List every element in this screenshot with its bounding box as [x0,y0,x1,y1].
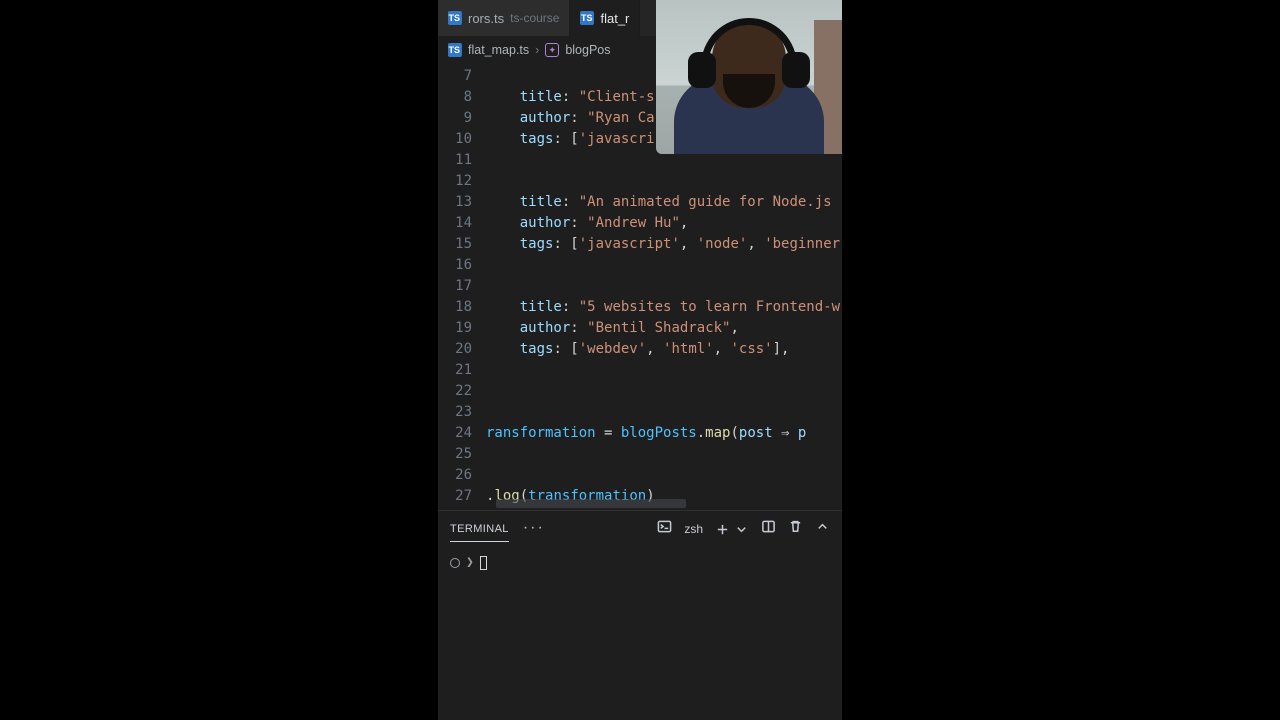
line-number: 7 [438,66,486,87]
line-number: 9 [438,108,486,129]
panel-tab-terminal[interactable]: TERMINAL [450,517,509,542]
line-number: 15 [438,234,486,255]
typescript-icon: TS [580,11,594,25]
line-number: 17 [438,276,486,297]
line-number: 19 [438,318,486,339]
line-number: 11 [438,150,486,171]
panel-overflow-menu[interactable]: ··· [523,519,545,539]
line-number: 16 [438,255,486,276]
code-line[interactable]: 23 [438,402,842,423]
terminal-cursor [480,556,487,570]
line-number: 26 [438,465,486,486]
line-number: 14 [438,213,486,234]
code-line[interactable]: 12 [438,171,842,192]
code-line[interactable]: 13 title: "An animated guide for Node.js [438,192,842,213]
line-number: 22 [438,381,486,402]
panel-toolbar: zsh [657,519,830,539]
code-line[interactable]: 14 author: "Andrew Hu", [438,213,842,234]
line-number: 13 [438,192,486,213]
prompt-symbol: ❯ [466,555,474,570]
bottom-panel: TERMINAL ··· zsh [438,510,842,720]
split-terminal-icon[interactable] [761,519,776,539]
breadcrumb-symbol: blogPos [565,43,610,57]
line-number: 8 [438,87,486,108]
terminal-body[interactable]: ❯ [438,547,842,720]
panel-tab-bar: TERMINAL ··· zsh [438,511,842,547]
prompt-status-icon [450,558,460,568]
code-line[interactable]: 25 [438,444,842,465]
shell-name[interactable]: zsh [684,522,703,536]
trash-icon[interactable] [788,519,803,539]
line-number: 20 [438,339,486,360]
code-line[interactable]: 15 tags: ['javascript', 'node', 'beginne… [438,234,842,255]
line-number: 21 [438,360,486,381]
vscode-window: TS rors.ts ts-course TS flat_r TS flat_m… [438,0,842,720]
webcam-overlay [656,0,842,154]
chevron-up-icon[interactable] [815,519,830,539]
code-line[interactable]: 17 [438,276,842,297]
tab-active[interactable]: TS flat_r [570,0,640,36]
line-number: 12 [438,171,486,192]
typescript-icon: TS [448,43,462,57]
chevron-right-icon: › [535,43,539,57]
line-number: 24 [438,423,486,444]
tab-inactive[interactable]: TS rors.ts ts-course [438,0,570,36]
code-line[interactable]: 21 [438,360,842,381]
code-line[interactable]: 24ransformation = blogPosts.map(post ⇒ p [438,423,842,444]
new-terminal-button[interactable] [715,522,749,537]
symbol-variable-icon: ✦ [545,43,559,57]
line-number: 23 [438,402,486,423]
terminal-launch-icon[interactable] [657,519,672,539]
code-line[interactable]: 16 [438,255,842,276]
tab-folder: ts-course [510,11,559,25]
breadcrumb-file: flat_map.ts [468,43,529,57]
tab-filename: flat_r [600,11,629,26]
code-line[interactable]: 18 title: "5 websites to learn Frontend-… [438,297,842,318]
code-line[interactable]: 19 author: "Bentil Shadrack", [438,318,842,339]
typescript-icon: TS [448,11,462,25]
code-line[interactable]: 26 [438,465,842,486]
line-number: 27 [438,486,486,507]
code-line[interactable]: 22 [438,381,842,402]
line-number: 18 [438,297,486,318]
chevron-down-icon[interactable] [734,522,749,537]
line-number: 25 [438,444,486,465]
horizontal-scrollbar[interactable] [496,499,686,508]
line-number: 10 [438,129,486,150]
code-line[interactable]: 20 tags: ['webdev', 'html', 'css'], [438,339,842,360]
tab-filename: rors.ts [468,11,504,26]
